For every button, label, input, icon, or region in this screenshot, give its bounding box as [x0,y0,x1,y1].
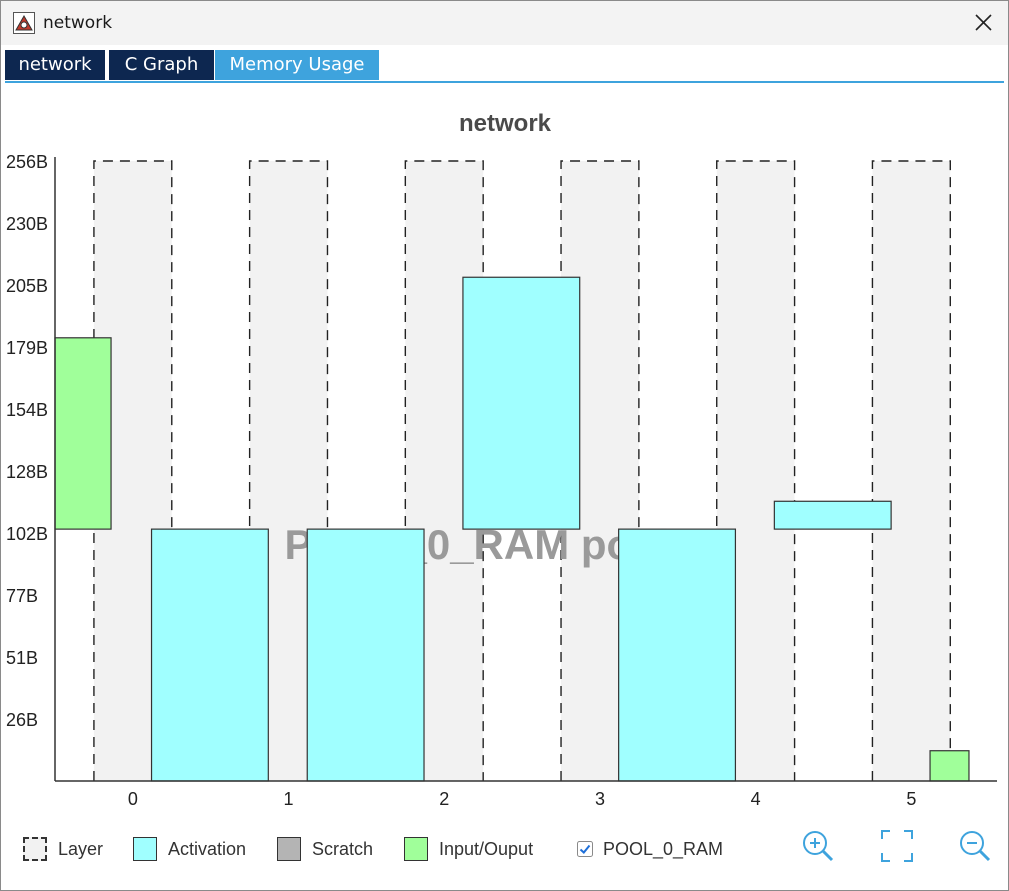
y-tick-label: 256B [6,152,48,172]
legend-layer: Layer [23,836,103,862]
legend-input-output: Input/Ouput [404,836,533,862]
legend-layer-swatch [23,837,47,861]
zoom-in-icon [803,831,834,862]
tab-memory-usage[interactable]: Memory Usage [215,50,379,80]
fit-button[interactable] [880,829,914,863]
x-tick-label: 3 [595,789,605,809]
pool-label: POOL_0_RAM [603,838,724,859]
app-logo-icon [13,12,35,34]
x-tick-label: 4 [751,789,761,809]
x-tick-label: 2 [439,789,449,809]
zoom-in-button[interactable] [801,829,835,863]
close-button[interactable] [959,1,1008,45]
y-tick-label: 77B [6,586,38,606]
y-tick-label: 26B [6,710,38,730]
legend-layer-label: Layer [58,838,104,859]
chart-title: network [459,110,552,137]
x-tick-label: 1 [284,789,294,809]
y-tick-label: 205B [6,276,48,296]
legend: Layer Activation Scratch Input/Ouput POO… [1,826,1008,871]
input_output-buffer-0 [54,337,112,530]
input_output-buffer-6 [929,750,970,782]
legend-activation-swatch [133,837,157,861]
activation-buffer-1 [150,528,269,782]
activation-buffer-2 [306,528,425,782]
x-tick-label: 0 [128,789,138,809]
y-tick-label: 154B [6,400,48,420]
legend-activation-label: Activation [168,838,247,859]
tab-network[interactable]: network [5,50,105,80]
pool-toggle[interactable]: POOL_0_RAM [577,836,723,862]
memory-usage-chart: POOL_0_RAM pool 26B51B77B102B128B154B179… [6,110,997,809]
y-tick-label: 230B [6,214,48,234]
activation-buffer-5 [773,500,892,530]
y-tick-label: 51B [6,648,38,668]
y-tick-label: 179B [6,338,48,358]
window-title: network [43,13,113,33]
legend-input-output-label: Input/Ouput [439,838,534,859]
activation-buffer-4 [618,528,737,782]
y-tick-label: 102B [6,524,48,544]
legend-scratch-swatch [277,837,301,861]
close-icon [975,14,992,31]
legend-scratch: Scratch [277,836,373,862]
activation-buffer-3 [462,276,581,530]
title-bar: network [1,1,1008,45]
tab-c-graph[interactable]: C Graph [109,50,214,80]
fit-icon [881,830,913,862]
app-window: network network C Graph Memory Usage POO… [0,0,1009,891]
legend-scratch-label: Scratch [312,838,374,859]
layer-band-5 [872,161,951,781]
legend-activation: Activation [133,836,246,862]
x-tick-label: 5 [906,789,916,809]
pool-checkbox-check-icon[interactable] [577,841,593,857]
zoom-out-button[interactable] [958,829,992,863]
legend-input-output-swatch [404,837,428,861]
zoom-out-icon [960,831,991,862]
y-tick-label: 128B [6,462,48,482]
tab-underline [5,81,1004,83]
